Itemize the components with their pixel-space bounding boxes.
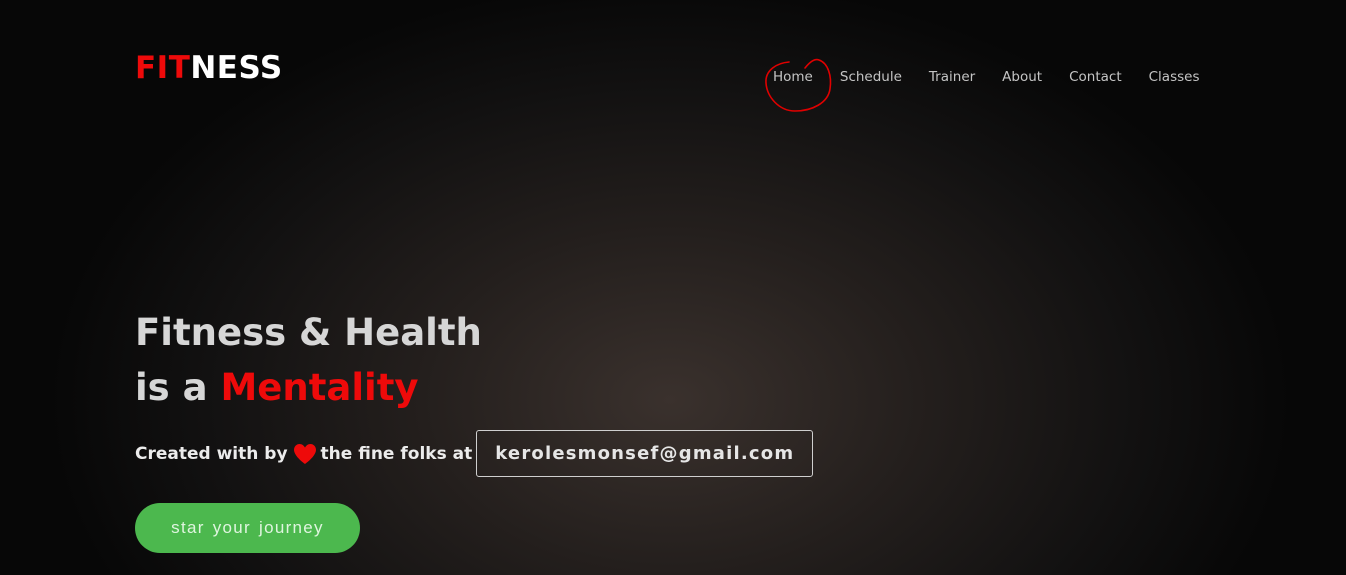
hand-drawn-circle-annotation (765, 58, 832, 112)
heart-icon (293, 443, 316, 464)
credits-line: Created with by the fine folks at kerole… (135, 430, 814, 477)
nav-classes-link[interactable]: Classes (1149, 69, 1200, 85)
logo-ness-text: NESS (190, 50, 283, 86)
nav-contact-link[interactable]: Contact (1069, 69, 1122, 85)
credits-before-text: Created with by (135, 443, 288, 464)
start-journey-button[interactable]: star your journey (135, 503, 360, 553)
nav-about-link[interactable]: About (1002, 69, 1042, 85)
credits-after-text: the fine folks at (320, 443, 473, 464)
hero-line1: Fitness & Health (135, 311, 482, 354)
nav-trainer-link[interactable]: Trainer (929, 69, 975, 85)
site-logo[interactable]: FITNESS (135, 48, 283, 88)
hero-headline: Fitness & Health is a Mentality (135, 305, 482, 415)
main-nav: Home Schedule Trainer About Contact Clas… (773, 67, 1199, 87)
nav-schedule-link[interactable]: Schedule (840, 69, 902, 85)
hero-line2-prefix: is a (135, 366, 221, 409)
logo-fit-text: FIT (135, 50, 191, 86)
hero-accent-word: Mentality (220, 366, 419, 409)
email-box[interactable]: kerolesmonsef@gmail.com (476, 430, 814, 477)
